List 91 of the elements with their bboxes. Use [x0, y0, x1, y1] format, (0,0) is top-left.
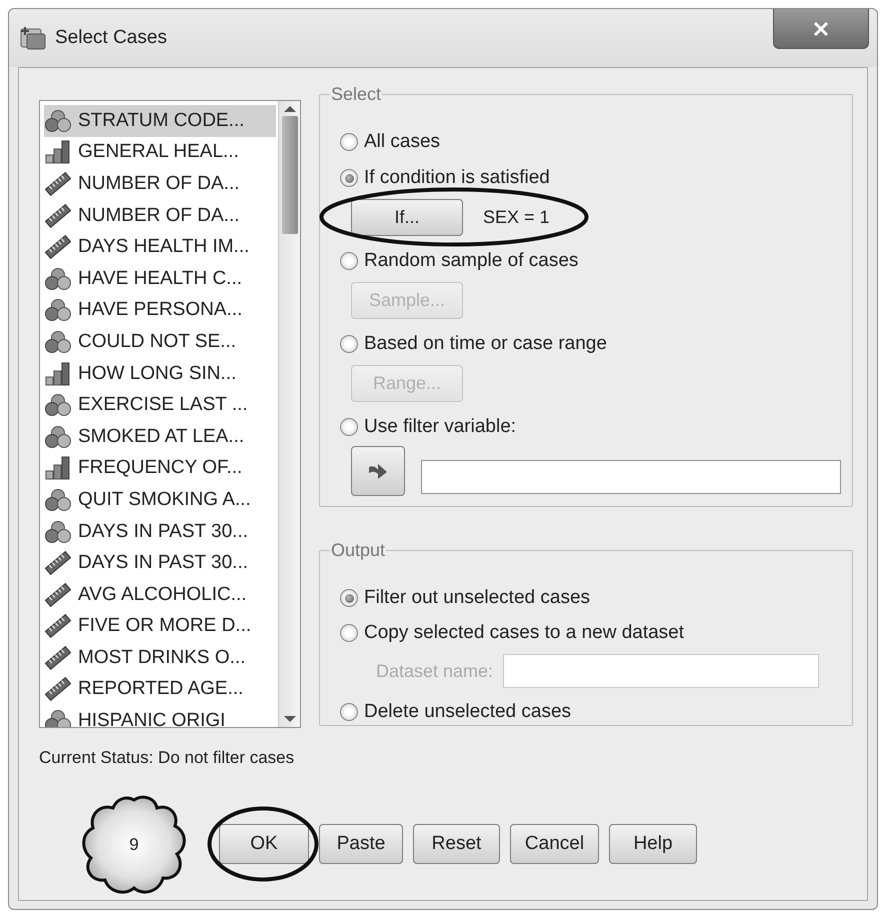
radio-button[interactable]: [340, 335, 358, 353]
option-label: Filter out unselected cases: [364, 587, 590, 609]
variable-name: FIVE OR MORE D...: [78, 615, 252, 638]
dialog-button[interactable]: Paste: [319, 824, 403, 864]
dialog-button[interactable]: If...: [351, 199, 463, 236]
variable-name: EXERCISE LAST ...: [78, 394, 248, 416]
scroll-thumb[interactable]: [282, 116, 298, 234]
radio-button[interactable]: [340, 252, 358, 270]
option-label: Copy selected cases to a new dataset: [364, 622, 684, 644]
field-label: Dataset name:: [376, 660, 494, 682]
variable-item[interactable]: STRATUM CODE...: [44, 105, 276, 137]
variable-item[interactable]: HOW LONG SIN...: [44, 358, 276, 390]
dialog-button[interactable]: OK: [219, 824, 309, 864]
variable-name: HISPANIC ORIGI: [78, 710, 226, 727]
variable-item[interactable]: DAYS IN PAST 30...: [44, 547, 276, 579]
group-title: Output: [330, 540, 386, 561]
dialog-button[interactable]: Cancel: [510, 824, 599, 864]
option-label: Delete unselected cases: [364, 701, 572, 723]
option-label: Use filter variable:: [364, 416, 516, 438]
variable-name: HAVE PERSONA...: [78, 299, 242, 322]
variable-item[interactable]: SMOKED AT LEA...: [44, 420, 276, 453]
radio-button[interactable]: [340, 624, 358, 642]
dialog-icon: [19, 25, 47, 51]
arrow-icon: [367, 461, 389, 481]
variable-name: MOST DRINKS O...: [78, 646, 246, 669]
variable-name: COULD NOT SE...: [78, 330, 236, 353]
variable-item[interactable]: NUMBER OF DA...: [44, 200, 276, 232]
radio-button[interactable]: [340, 589, 358, 607]
variable-item[interactable]: AVG ALCOHOLIC...: [44, 578, 276, 610]
window-title: Select Cases: [55, 27, 167, 49]
variable-item[interactable]: HISPANIC ORIGI: [44, 705, 276, 727]
option-label: All cases: [364, 131, 440, 153]
variable-name: NUMBER OF DA...: [78, 172, 240, 195]
variable-item[interactable]: REPORTED AGE...: [44, 674, 276, 706]
variable-name: STRATUM CODE...: [78, 110, 244, 132]
nominal-variable-icon: [44, 330, 72, 354]
ordinal-variable-icon: [44, 362, 72, 386]
variable-item[interactable]: HAVE PERSONA...: [44, 294, 276, 326]
variable-item[interactable]: COULD NOT SE...: [44, 326, 276, 358]
variable-name: DAYS IN PAST 30...: [78, 552, 248, 574]
variable-list[interactable]: [39, 100, 301, 728]
variable-item[interactable]: HAVE HEALTH C...: [44, 262, 276, 295]
variable-name: HAVE HEALTH C...: [78, 268, 242, 290]
variable-item[interactable]: DAYS HEALTH IM...: [44, 231, 276, 263]
variable-item[interactable]: FIVE OR MORE D...: [44, 610, 276, 642]
condition-text: SEX = 1: [483, 207, 550, 228]
variable-name: HOW LONG SIN...: [78, 362, 236, 385]
move-variable-button[interactable]: [351, 446, 405, 496]
ordinal-variable-icon: [44, 456, 72, 480]
dialog-button[interactable]: Reset: [413, 824, 500, 864]
variable-item[interactable]: MOST DRINKS O...: [44, 642, 276, 674]
group-title: Select: [330, 84, 382, 105]
option-label: Random sample of cases: [364, 250, 578, 272]
close-button[interactable]: [773, 9, 869, 49]
scroll-up-icon[interactable]: [282, 104, 296, 114]
variable-name: DAYS IN PAST 30...: [78, 520, 248, 543]
variable-name: QUIT SMOKING A...: [78, 488, 251, 511]
close-icon: [813, 20, 829, 36]
status-text: Current Status: Do not filter cases: [39, 748, 296, 768]
variable-name: SMOKED AT LEA...: [78, 426, 244, 448]
variable-item[interactable]: QUIT SMOKING A...: [44, 484, 276, 516]
scroll-down-icon[interactable]: [282, 714, 296, 724]
nominal-variable-icon: [44, 393, 72, 418]
ordinal-variable-icon: [44, 140, 72, 164]
radio-button[interactable]: [340, 169, 358, 187]
filter-variable-field[interactable]: [421, 460, 841, 494]
variable-name: REPORTED AGE...: [78, 678, 244, 700]
radio-button[interactable]: [340, 703, 358, 721]
option-label: Based on time or case range: [364, 333, 607, 355]
nominal-variable-icon: [44, 488, 72, 512]
dialog-button[interactable]: Help: [609, 824, 697, 864]
nominal-variable-icon: [44, 298, 72, 322]
variable-item[interactable]: DAYS IN PAST 30...: [44, 516, 276, 548]
radio-button[interactable]: [340, 418, 358, 436]
variable-item[interactable]: EXERCISE LAST ...: [44, 389, 276, 421]
nominal-variable-icon: [44, 520, 72, 544]
variable-item[interactable]: GENERAL HEAL...: [44, 136, 276, 168]
nominal-variable-icon: [44, 108, 72, 133]
variable-name: GENERAL HEAL...: [78, 141, 239, 164]
variable-item[interactable]: FREQUENCY OF...: [44, 452, 276, 484]
variable-name: NUMBER OF DA...: [78, 204, 240, 227]
nominal-variable-icon: [44, 266, 72, 291]
nominal-variable-icon: [44, 709, 72, 727]
scrollbar[interactable]: [278, 101, 300, 727]
nominal-variable-icon: [44, 424, 72, 449]
variable-name: FREQUENCY OF...: [78, 457, 242, 480]
variable-name: AVG ALCOHOLIC...: [78, 584, 247, 606]
radio-button[interactable]: [340, 133, 358, 151]
variable-name: DAYS HEALTH IM...: [78, 236, 250, 258]
option-label: If condition is satisfied: [364, 167, 550, 189]
variable-item[interactable]: NUMBER OF DA...: [44, 168, 276, 200]
